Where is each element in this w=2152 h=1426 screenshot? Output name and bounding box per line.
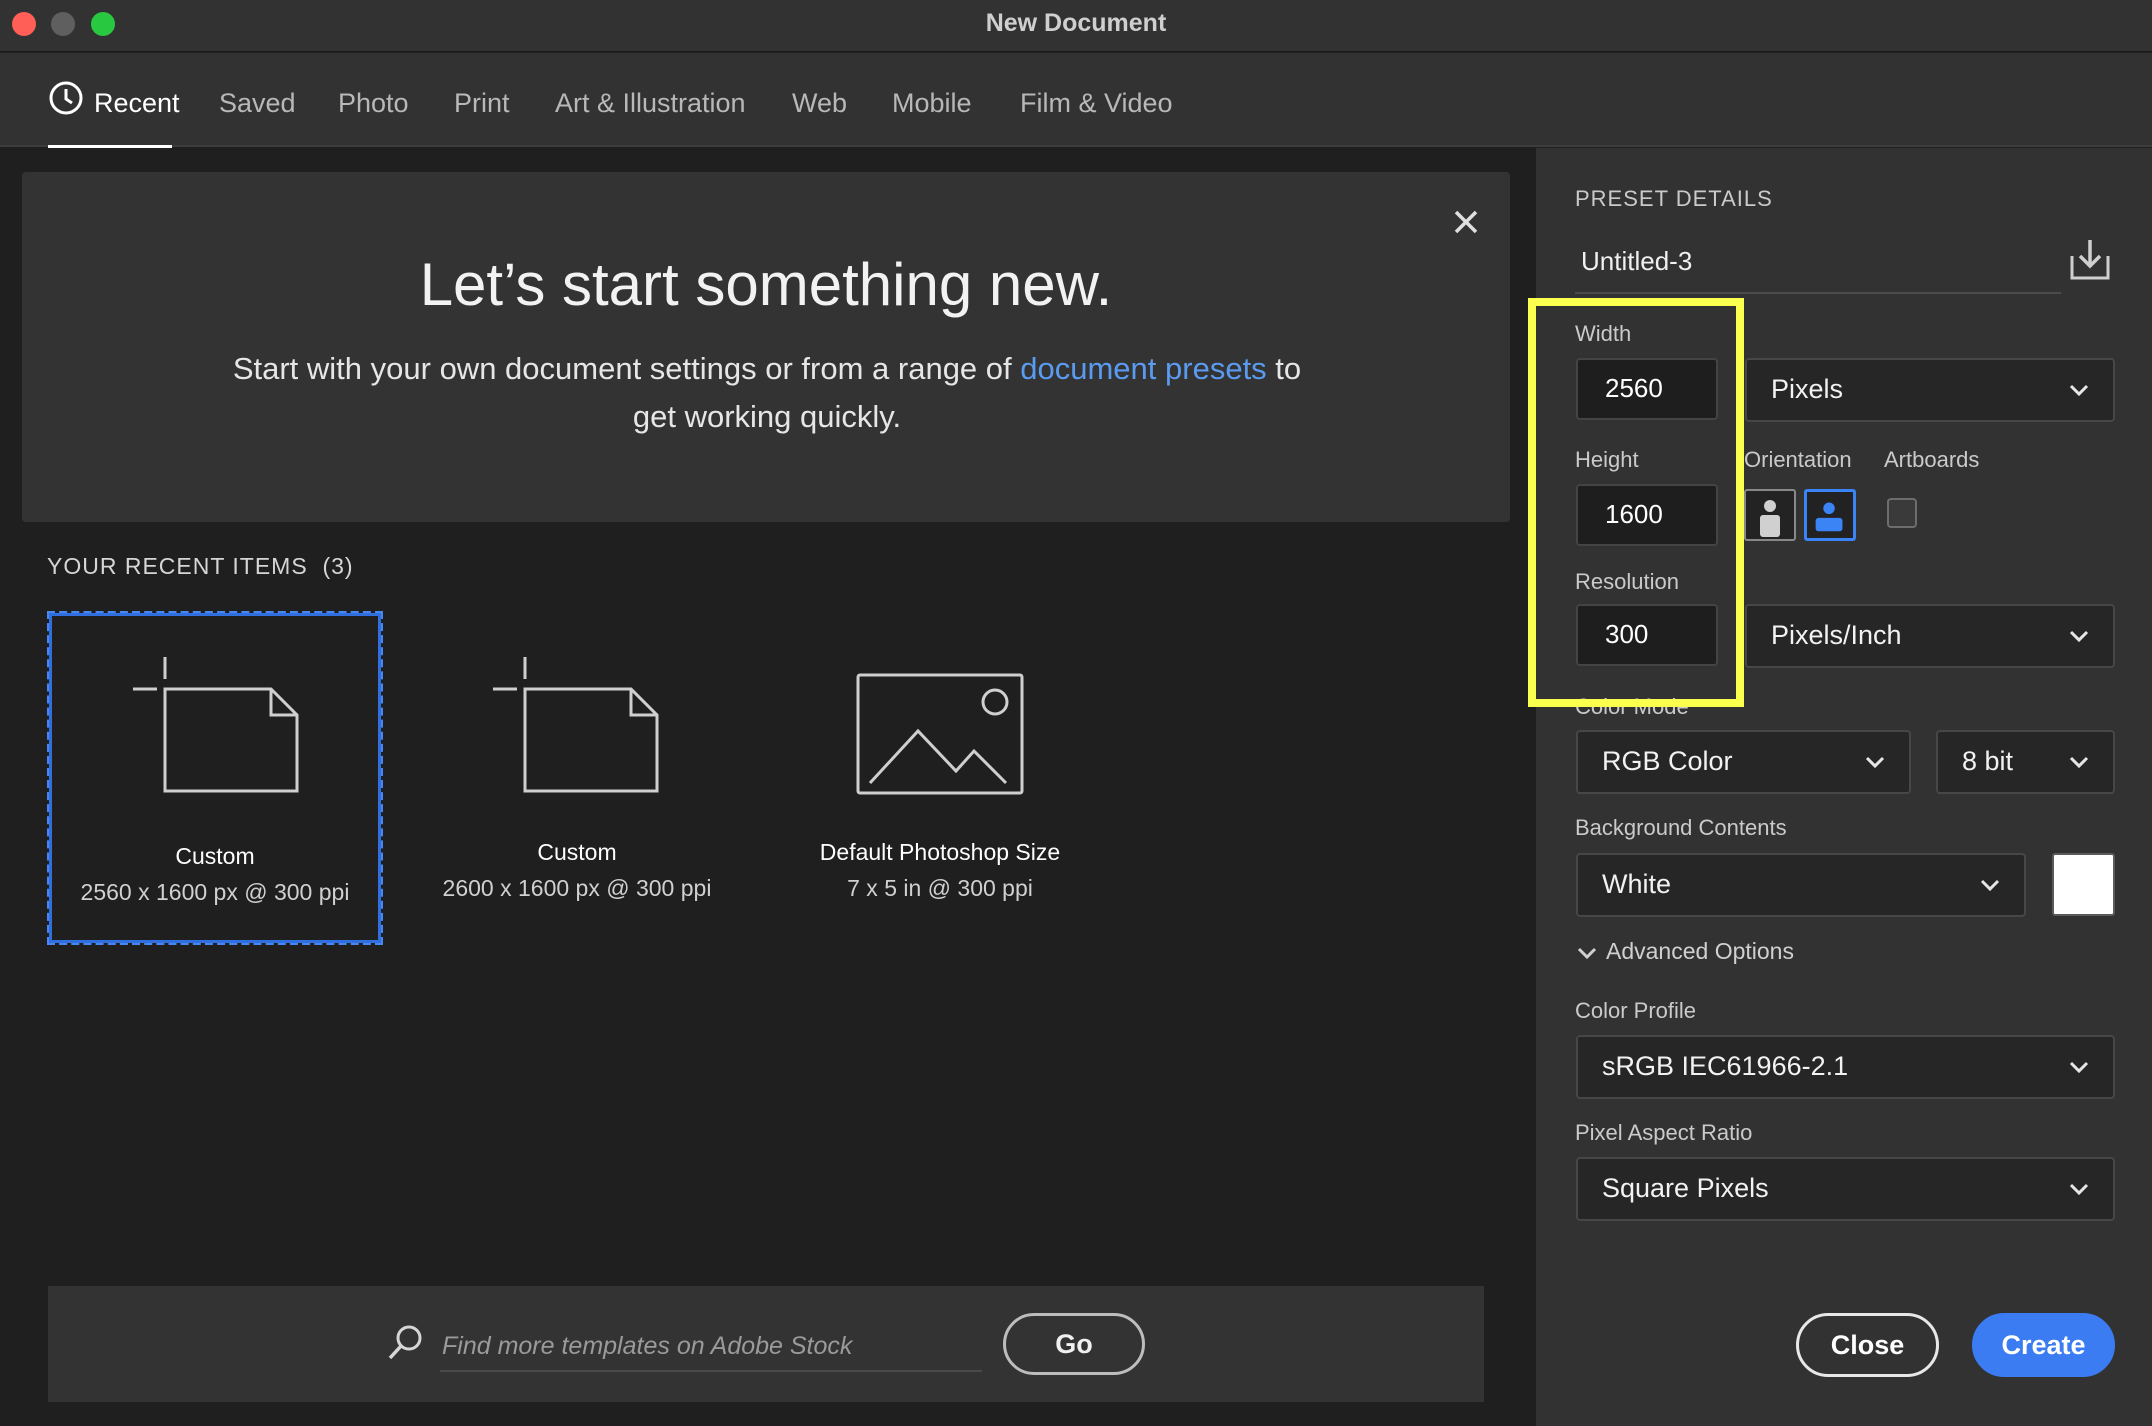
resolution-unit-value: Pixels/Inch	[1771, 620, 1902, 650]
stock-search-input[interactable]	[440, 1322, 982, 1372]
chevron-down-icon	[1980, 879, 2000, 892]
close-button[interactable]: Close	[1796, 1313, 1939, 1377]
recent-item-card[interactable]: Default Photoshop Size 7 x 5 in @ 300 pp…	[772, 611, 1108, 945]
go-button[interactable]: Go	[1003, 1313, 1145, 1375]
orientation-label: Orientation	[1744, 447, 1852, 472]
bit-depth-dropdown[interactable]: 8 bit	[1936, 730, 2115, 794]
color-mode-dropdown[interactable]: RGB Color	[1576, 730, 1911, 794]
tab-film-video[interactable]: Film & Video	[1020, 81, 1173, 125]
resolution-label: Resolution	[1575, 569, 1679, 594]
pixel-aspect-ratio-value: Square Pixels	[1602, 1173, 1769, 1203]
save-preset-icon[interactable]	[2066, 236, 2114, 284]
chevron-down-icon	[2069, 756, 2089, 769]
welcome-text-before: Start with your own document settings or…	[232, 351, 1021, 386]
width-unit-dropdown[interactable]: Pixels	[1745, 358, 2115, 422]
recent-item-title: Custom	[175, 843, 255, 869]
portrait-icon	[1760, 500, 1780, 537]
preset-details-heading: PRESET DETAILS	[1575, 186, 1773, 211]
recent-item-card[interactable]: Custom 2600 x 1600 px @ 300 ppi	[409, 611, 745, 945]
search-icon	[388, 1325, 422, 1360]
width-label: Width	[1575, 321, 1632, 346]
color-mode-value: RGB Color	[1602, 746, 1733, 776]
new-document-icon	[133, 657, 299, 793]
active-tab-indicator	[48, 145, 172, 148]
welcome-text: Start with your own document settings or…	[222, 345, 1312, 441]
recent-item-card[interactable]: Custom 2560 x 1600 px @ 300 ppi	[47, 611, 383, 945]
tab-photo[interactable]: Photo	[338, 81, 409, 125]
create-button[interactable]: Create	[1972, 1313, 2115, 1377]
new-document-icon	[493, 657, 659, 793]
height-label: Height	[1575, 447, 1639, 472]
artboards-checkbox[interactable]	[1887, 498, 1917, 528]
document-presets-link[interactable]: document presets	[1020, 351, 1266, 386]
recent-item-size: 2600 x 1600 px @ 300 ppi	[442, 875, 712, 901]
artboards-label: Artboards	[1884, 447, 1980, 472]
background-contents-dropdown[interactable]: White	[1576, 853, 2026, 917]
landscape-orientation-button[interactable]	[1804, 489, 1856, 541]
chevron-down-icon	[1865, 756, 1885, 769]
color-profile-label: Color Profile	[1575, 998, 1697, 1023]
width-input[interactable]: 2560	[1576, 358, 1718, 420]
tab-mobile[interactable]: Mobile	[892, 81, 972, 125]
tab-recent[interactable]: Recent	[94, 81, 180, 125]
color-mode-label: Color Mode	[1575, 694, 1689, 719]
tab-print[interactable]: Print	[454, 81, 510, 125]
color-profile-dropdown[interactable]: sRGB IEC61966-2.1	[1576, 1035, 2115, 1099]
pixel-aspect-ratio-label: Pixel Aspect Ratio	[1575, 1120, 1753, 1145]
recent-item-size: 7 x 5 in @ 300 ppi	[847, 875, 1033, 901]
bit-depth-value: 8 bit	[1962, 746, 2014, 776]
pixel-aspect-ratio-dropdown[interactable]: Square Pixels	[1576, 1157, 2115, 1221]
recent-items-count: (3)	[322, 553, 354, 579]
title-bar: New Document	[0, 0, 2152, 52]
background-color-swatch[interactable]	[2052, 853, 2115, 916]
document-name-field[interactable]: Untitled-3	[1575, 236, 2061, 294]
resolution-unit-dropdown[interactable]: Pixels/Inch	[1745, 604, 2115, 668]
tab-saved[interactable]: Saved	[219, 81, 296, 125]
image-icon	[856, 673, 1024, 795]
background-contents-value: White	[1602, 869, 1672, 899]
width-unit-value: Pixels	[1771, 374, 1844, 404]
recent-item-title: Default Photoshop Size	[819, 839, 1061, 865]
chevron-down-icon	[2069, 1061, 2089, 1074]
tab-web[interactable]: Web	[792, 81, 847, 125]
preset-category-tabs: Recent Saved Photo Print Art & Illustrat…	[0, 53, 2152, 148]
recent-item-size: 2560 x 1600 px @ 300 ppi	[80, 879, 350, 905]
advanced-options-toggle[interactable]: Advanced Options	[1606, 938, 1794, 965]
portrait-orientation-button[interactable]	[1744, 489, 1796, 541]
tab-art-illustration[interactable]: Art & Illustration	[555, 81, 746, 125]
clock-icon	[49, 81, 83, 115]
background-contents-label: Background Contents	[1575, 815, 1787, 840]
color-profile-value: sRGB IEC61966-2.1	[1602, 1051, 1849, 1081]
window-title: New Document	[985, 9, 1167, 37]
height-input[interactable]: 1600	[1576, 484, 1718, 546]
recent-items-title: YOUR RECENT ITEMS	[47, 553, 308, 579]
chevron-down-icon[interactable]	[1576, 944, 1598, 964]
welcome-title: Let’s start something new.	[419, 251, 1113, 318]
chevron-down-icon	[2069, 384, 2089, 397]
chevron-down-icon	[2069, 1183, 2089, 1196]
recent-items-heading: YOUR RECENT ITEMS (3)	[47, 553, 354, 580]
close-icon[interactable]	[1442, 198, 1490, 246]
resolution-input[interactable]: 300	[1576, 604, 1718, 666]
recent-item-title: Custom	[537, 839, 617, 865]
landscape-icon	[1815, 502, 1843, 532]
chevron-down-icon	[2069, 630, 2089, 643]
